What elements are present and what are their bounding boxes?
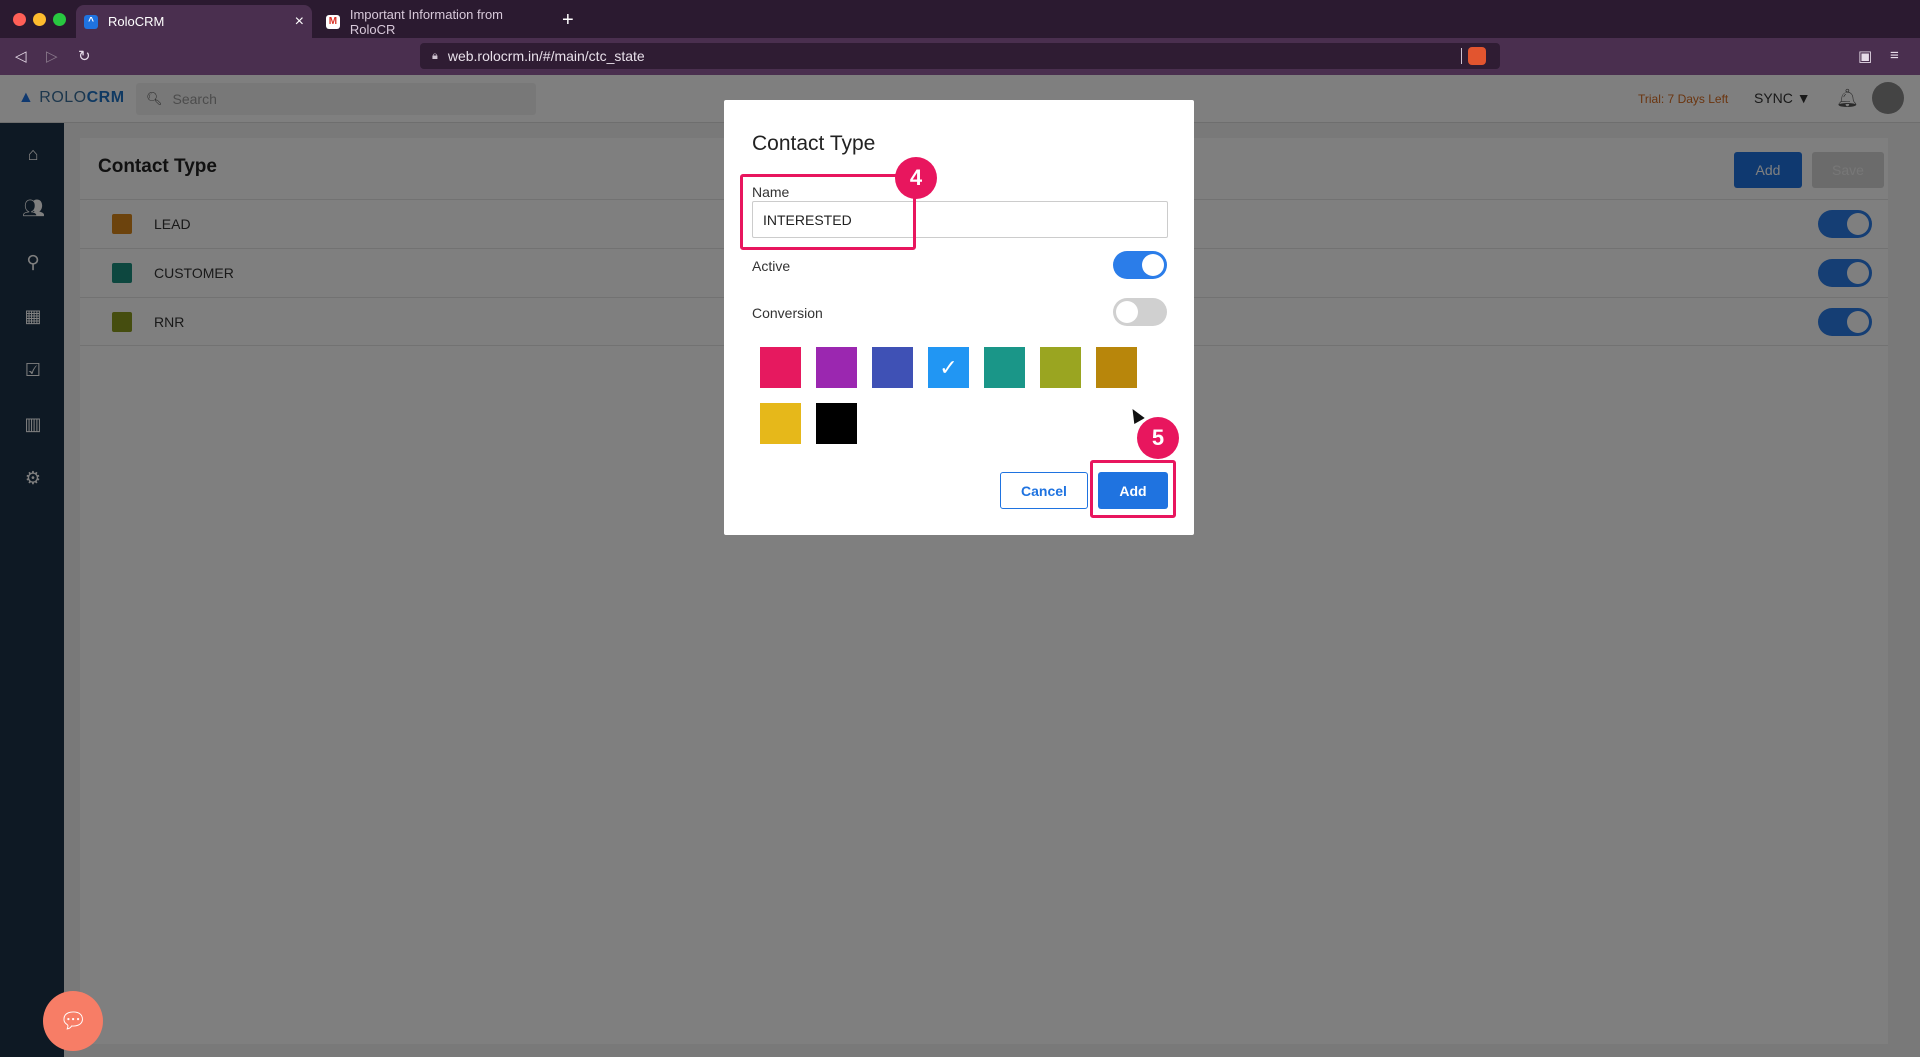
active-toggle[interactable] [1113, 251, 1167, 279]
color-option-black[interactable] [816, 403, 857, 444]
cancel-button[interactable]: Cancel [1000, 472, 1088, 509]
browser-nav-bar: ◁ ▷ ↻ 🔒︎ web.rolocrm.in/#/main/ctc_state… [0, 38, 1920, 75]
color-option-yellow[interactable] [760, 403, 801, 444]
color-option-purple[interactable] [816, 347, 857, 388]
browser-tab-bar: ^ RoloCRM × M Important Information from… [0, 0, 1920, 38]
reload-icon[interactable]: ↻ [78, 47, 91, 65]
color-option-indigo[interactable] [872, 347, 913, 388]
close-tab-icon[interactable]: × [295, 13, 304, 31]
address-bar[interactable]: 🔒︎ web.rolocrm.in/#/main/ctc_state [420, 43, 1500, 69]
url-text: web.rolocrm.in/#/main/ctc_state [447, 48, 645, 64]
step-5-highlight [1090, 460, 1176, 518]
color-option-teal[interactable] [984, 347, 1025, 388]
gmail-icon: M [326, 14, 340, 29]
color-option-gold[interactable] [1096, 347, 1137, 388]
chat-widget-button[interactable]: 💬︎ [43, 991, 103, 1051]
new-tab-icon[interactable]: + [562, 9, 574, 32]
conversion-toggle[interactable] [1113, 298, 1167, 326]
tab-rolocrm[interactable]: ^ RoloCRM × [76, 5, 312, 38]
step-5-badge: 5 [1137, 417, 1179, 459]
back-icon[interactable]: ◁ [15, 47, 27, 65]
close-window-button[interactable] [13, 13, 26, 26]
maximize-window-button[interactable] [53, 13, 66, 26]
checkmark-icon: ✓ [939, 354, 958, 380]
conversion-label: Conversion [752, 305, 823, 321]
rolocrm-icon: ^ [84, 14, 98, 29]
divider [1461, 48, 1462, 64]
lock-icon: 🔒︎ [432, 49, 438, 62]
minimize-window-button[interactable] [33, 13, 46, 26]
menu-icon[interactable]: ≡ [1890, 47, 1899, 64]
dialog-title: Contact Type [752, 132, 876, 155]
color-option-pink[interactable] [760, 347, 801, 388]
forward-icon[interactable]: ▷ [46, 47, 58, 65]
wallet-icon[interactable]: ▣ [1858, 47, 1872, 65]
color-option-olive[interactable] [1040, 347, 1081, 388]
active-label: Active [752, 258, 791, 274]
tab-label: Important Information from RoloCR [349, 6, 504, 37]
step-4-badge: 4 [895, 157, 937, 199]
tab-label: RoloCRM [108, 14, 165, 29]
chat-icon: 💬︎ [59, 1008, 87, 1033]
tab-gmail[interactable]: M Important Information from RoloCR [318, 5, 550, 38]
step-4-highlight [740, 174, 916, 250]
brave-shields-icon[interactable] [1468, 47, 1486, 65]
color-option-blue-selected[interactable]: ✓ [928, 347, 969, 388]
